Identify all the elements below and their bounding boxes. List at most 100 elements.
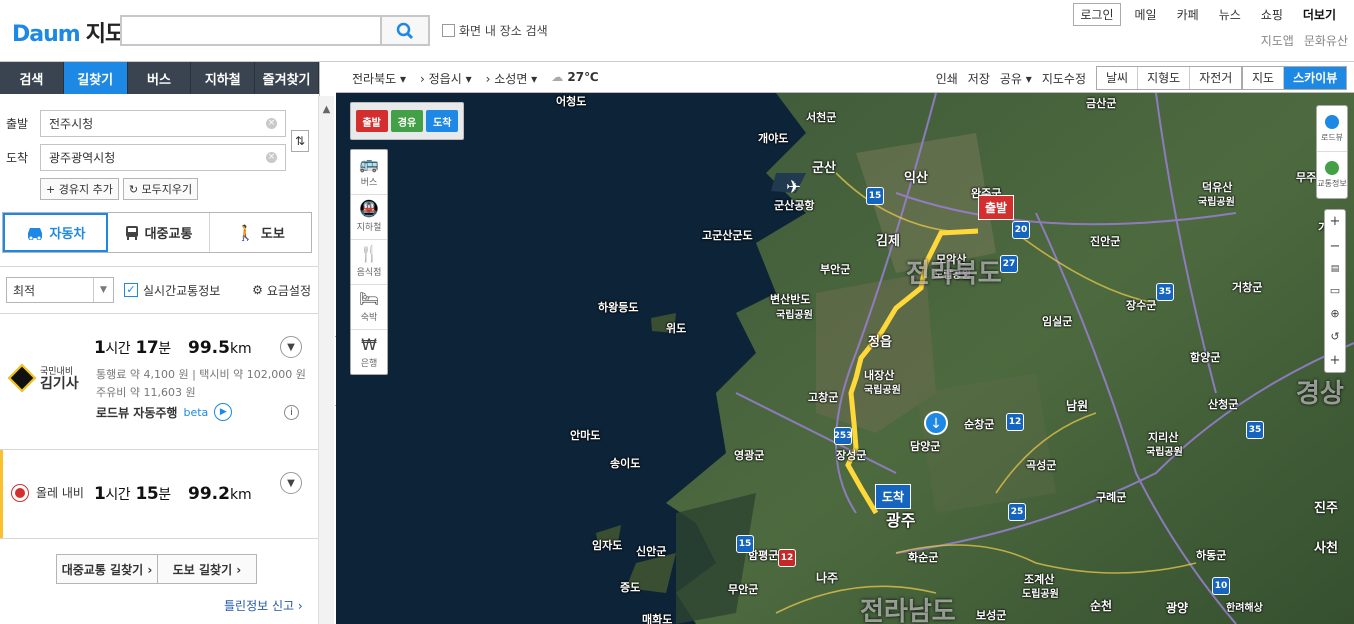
region-3[interactable]: › 소성면 ▾: [486, 70, 538, 87]
divider: [0, 449, 320, 450]
result2-min-unit: 분: [158, 487, 171, 503]
subnav-heritage[interactable]: 문화유산: [1304, 32, 1348, 49]
region-1[interactable]: 전라북도 ▾: [352, 70, 406, 87]
flag-start[interactable]: 출발: [355, 110, 388, 132]
pin-down-icon[interactable]: ↓: [924, 411, 948, 435]
map-label: 사천: [1314, 541, 1338, 556]
map-label: 순천: [1090, 599, 1113, 613]
sort-select[interactable]: 최적 ▼: [6, 277, 114, 303]
map-area-search[interactable]: 화면 내 장소 검색: [442, 22, 548, 39]
compass-icon[interactable]: ⊕: [1330, 307, 1339, 320]
ruler-icon[interactable]: ▭: [1330, 284, 1340, 297]
info-icon[interactable]: i: [284, 405, 299, 420]
swap-icon[interactable]: ⇅: [291, 130, 309, 152]
result1-expand-icon[interactable]: ▼: [280, 336, 302, 358]
map-label: 익산: [904, 171, 928, 186]
poi-bank[interactable]: ₩ 은행: [351, 330, 387, 375]
tab-search[interactable]: 검색: [0, 62, 64, 94]
map-canvas[interactable]: 어청도 개야도 서천군 군산 군산공항 익산 완주군 김제 고군산군도 부안군 …: [336, 93, 1354, 624]
tab-bus[interactable]: 버스: [128, 62, 192, 94]
provider2-name: 올레 내비: [36, 486, 84, 500]
search-input[interactable]: [120, 15, 382, 46]
zoom-out-icon[interactable]: −: [1330, 239, 1341, 254]
zoom-slider[interactable]: ▤: [1331, 264, 1340, 274]
add-waypoint-button[interactable]: + 경유지 추가: [40, 178, 119, 200]
mode-walk[interactable]: 🚶 도보: [210, 213, 311, 252]
edit-map-button[interactable]: 지도수정: [1042, 70, 1086, 87]
layer-weather[interactable]: 날씨: [1097, 67, 1139, 89]
layer-bicycle[interactable]: 자전거: [1190, 67, 1242, 89]
print-button[interactable]: 인쇄: [936, 70, 958, 87]
nav-shopping[interactable]: 쇼핑: [1251, 6, 1293, 23]
add-icon[interactable]: +: [1330, 353, 1341, 368]
result1-costs: 통행료 약 4,100 원 | 택시비 약 102,000 원: [96, 368, 306, 381]
poi-subway-label: 지하철: [356, 223, 382, 233]
result2-distance: 99.2km: [188, 484, 252, 504]
region1-label: 전라북도: [352, 72, 397, 86]
realtime-checkbox[interactable]: ✓: [124, 283, 138, 297]
save-button[interactable]: 저장: [968, 70, 990, 87]
refresh-icon: ↻: [128, 183, 142, 196]
result2-km-unit: km: [229, 487, 252, 503]
roadview-button[interactable]: 로드뷰: [1317, 106, 1347, 152]
maptype-skyview[interactable]: 스카이뷰: [1284, 67, 1347, 89]
result1-km-unit: km: [229, 341, 252, 357]
zoom-in-icon[interactable]: +: [1330, 214, 1341, 229]
nav-more[interactable]: 더보기: [1293, 6, 1346, 23]
mode-transit[interactable]: 대중교통: [108, 213, 210, 252]
transit-directions-button[interactable]: 대중교통 길찾기 ›: [56, 554, 158, 584]
map-label: 무안군: [728, 583, 759, 596]
poi-subway[interactable]: 🚇 지하철: [351, 195, 387, 240]
walk-directions-button[interactable]: 도보 길찾기 ›: [158, 554, 257, 584]
divider: [0, 266, 320, 267]
weather[interactable]: ☁ 27℃: [551, 70, 598, 87]
clear-end-icon[interactable]: ×: [266, 152, 277, 163]
maptype-map[interactable]: 지도: [1243, 67, 1285, 89]
poi-restaurant[interactable]: 🍴 음식점: [351, 240, 387, 285]
start-marker[interactable]: 출발: [978, 195, 1015, 220]
login-button[interactable]: 로그인: [1073, 3, 1121, 26]
flag-via[interactable]: 경유: [390, 110, 423, 132]
poi-bus[interactable]: 🚌 버스: [351, 150, 387, 195]
daum-logo[interactable]: Daum 지도: [12, 16, 125, 48]
map-label: 매화도: [642, 613, 673, 624]
route-10-shield: 10: [1212, 577, 1230, 595]
flag-end[interactable]: 도착: [426, 110, 459, 132]
share-button[interactable]: 공유 ▾: [1000, 70, 1032, 87]
travel-modes: 자동차 대중교통 🚶 도보: [2, 212, 312, 253]
play-icon[interactable]: ▶: [214, 403, 233, 421]
result2-expand-icon[interactable]: ▼: [280, 472, 302, 494]
fare-settings[interactable]: ⚙ 요금설정: [252, 282, 311, 299]
tab-subway[interactable]: 지하철: [191, 62, 256, 94]
layer-terrain[interactable]: 지형도: [1138, 67, 1191, 89]
end-marker[interactable]: 도착: [875, 484, 912, 509]
route-options: 최적 ▼ ✓ 실시간교통정보 ⚙ 요금설정: [6, 277, 311, 303]
region-2[interactable]: › 정읍시 ▾: [420, 70, 472, 87]
end-input[interactable]: 광주광역시청 ×: [40, 144, 286, 171]
scrollbar[interactable]: ▲: [318, 96, 334, 624]
map-label: 고군산군도: [702, 229, 753, 242]
tab-favorites[interactable]: 즐겨찾기: [255, 62, 319, 94]
airplane-icon: ✈: [786, 177, 802, 198]
clear-all-button[interactable]: ↻ 모두지우기: [122, 178, 199, 200]
mode-car[interactable]: 자동차: [3, 213, 108, 252]
map-label: 금산군: [1086, 97, 1117, 110]
tab-directions[interactable]: 길찾기: [63, 62, 128, 94]
nav-cafe[interactable]: 카페: [1167, 6, 1209, 23]
report-link[interactable]: 틀린정보 신고 ›: [224, 597, 303, 614]
scroll-up-icon[interactable]: ▲: [319, 104, 334, 115]
poi-lodging[interactable]: 🛏 숙박: [351, 285, 387, 330]
mode-car-label: 자동차: [49, 227, 86, 242]
subnav-mapapp[interactable]: 지도앱: [1261, 32, 1294, 49]
traffic-button[interactable]: 교통정보: [1317, 152, 1347, 198]
search-button[interactable]: [380, 15, 430, 46]
nav-mail[interactable]: 메일: [1125, 6, 1167, 23]
realtime-toggle[interactable]: ✓ 실시간교통정보: [124, 282, 220, 299]
rotate-icon[interactable]: ↺: [1330, 330, 1339, 343]
clear-start-icon[interactable]: ×: [266, 118, 277, 129]
chevron-down-icon: ▼: [93, 278, 113, 302]
nav-news[interactable]: 뉴스: [1209, 6, 1251, 23]
map-search-checkbox[interactable]: [442, 24, 455, 37]
start-input[interactable]: 전주시청 ×: [40, 110, 286, 137]
roadview-auto[interactable]: 로드뷰 자동주행 beta ▶: [96, 403, 233, 421]
